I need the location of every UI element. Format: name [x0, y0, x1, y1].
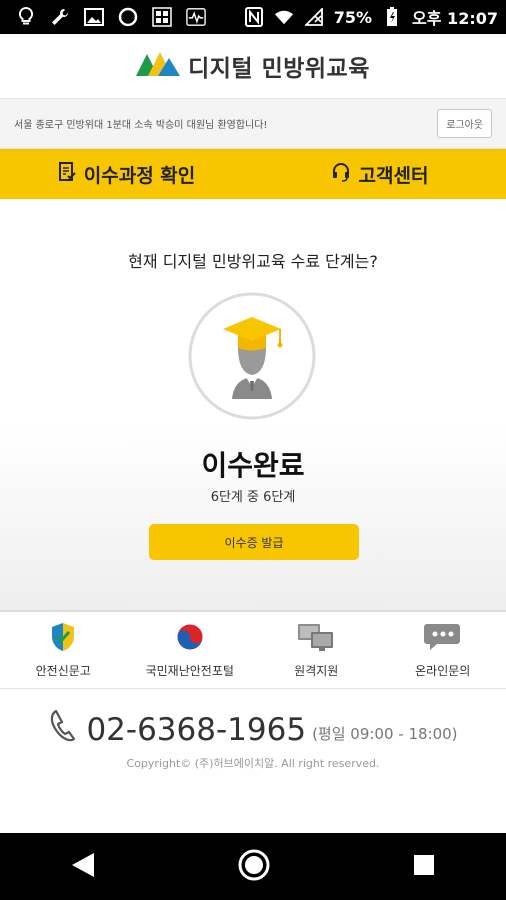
headset-icon: [331, 162, 351, 187]
brand-title: 디지털 민방위교육: [188, 56, 370, 82]
contact-info: 02-6368-1965 (평일 09:00 - 18:00): [0, 708, 506, 746]
nav-course-check[interactable]: 이수과정 확인: [0, 149, 253, 199]
nfc-icon: [244, 7, 264, 27]
battery-icon: [382, 7, 402, 27]
circle-icon: [118, 7, 138, 27]
nav-customer-center[interactable]: 고객센터: [253, 149, 506, 199]
nav-customer-center-label: 고객센터: [358, 164, 429, 187]
link-label: 안전신문고: [35, 663, 91, 678]
completion-status: 이수완료: [201, 449, 305, 482]
status-bar: 75% 오후 12:07: [0, 0, 506, 34]
taegeuk-emblem-icon: [175, 622, 205, 656]
nav-course-check-label: 이수과정 확인: [83, 164, 196, 187]
link-remote-support[interactable]: 원격지원: [253, 612, 380, 688]
home-button-icon[interactable]: [237, 848, 271, 886]
progress-ring: [187, 291, 317, 421]
image-icon: [84, 7, 104, 27]
no-signal-icon: [304, 7, 324, 27]
wrench-icon: [50, 7, 70, 27]
phone-icon: [48, 708, 80, 746]
link-safety-report[interactable]: 안전신문고: [0, 612, 127, 688]
link-label: 원격지원: [294, 663, 339, 678]
link-label: 국민재난안전포털: [145, 663, 234, 678]
document-check-icon: [58, 161, 76, 187]
business-hours: (평일 09:00 - 18:00): [312, 725, 458, 743]
battery-percent: 75%: [333, 7, 373, 27]
system-indicators: 75% 오후 12:07: [244, 5, 498, 29]
wifi-icon: [274, 7, 294, 27]
copyright: Copyright© (주)허브에이치알. All right reserved…: [126, 757, 380, 770]
graduate-icon: [188, 292, 316, 420]
progress-section: 현재 디지털 민방위교육 수료 단계는? 이수완료 6단계 중 6단계 이수증 …: [0, 199, 506, 612]
phone-number[interactable]: 02-6368-1965: [86, 715, 306, 746]
issue-certificate-button[interactable]: 이수증 발급: [149, 524, 359, 560]
link-online-inquiry[interactable]: 온라인문의: [380, 612, 506, 688]
system-nav-bar: [0, 833, 506, 900]
notification-icons: [16, 7, 206, 27]
recents-button-icon[interactable]: [412, 853, 436, 881]
app-header: 디지털 민방위교육: [0, 34, 506, 99]
back-button-icon[interactable]: [70, 851, 96, 883]
remote-monitors-icon: [297, 622, 335, 656]
progress-question: 현재 디지털 민방위교육 수료 단계는?: [128, 252, 378, 271]
shield-icon: [49, 622, 77, 656]
windows-icon: [152, 7, 172, 27]
welcome-bar: 서울 종로구 민방위대 1분대 소속 박승미 대원님 환영합니다! 로그아웃: [0, 99, 506, 149]
step-progress: 6단계 중 6단계: [210, 490, 296, 505]
lightbulb-icon: [16, 7, 36, 27]
activity-icon: [186, 7, 206, 27]
main-nav: 이수과정 확인 고객센터: [0, 149, 506, 199]
quick-links: 안전신문고 국민재난안전포털 원격지원 온라인문의: [0, 612, 506, 689]
mountain-logo-icon: [136, 50, 181, 82]
link-disaster-portal[interactable]: 국민재난안전포털: [127, 612, 254, 688]
clock: 오후 12:07: [412, 9, 498, 28]
chat-bubbles-icon: [423, 622, 463, 656]
logout-button[interactable]: 로그아웃: [437, 109, 492, 138]
link-label: 온라인문의: [415, 663, 471, 678]
brand-logo[interactable]: 디지털 민방위교육: [136, 49, 370, 83]
welcome-message: 서울 종로구 민방위대 1분대 소속 박승미 대원님 환영합니다!: [14, 120, 268, 131]
